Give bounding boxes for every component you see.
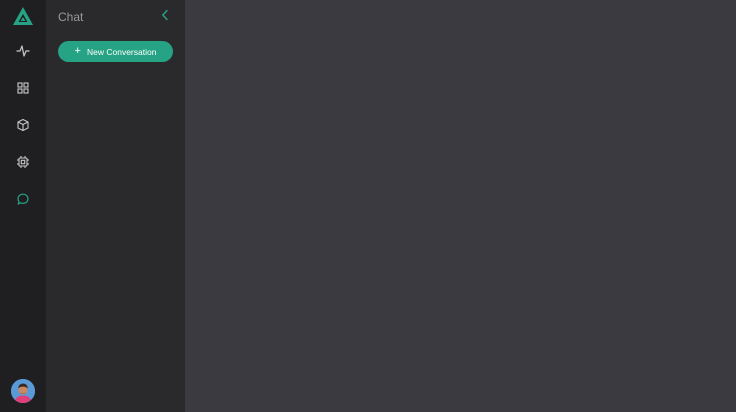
app-root: Chat + New Conversation: [0, 0, 736, 412]
sidebar-item-hardware[interactable]: [0, 148, 46, 176]
sidebar-item-chat[interactable]: [0, 185, 46, 213]
plus-icon: +: [74, 44, 81, 57]
chat-panel: Chat + New Conversation: [46, 0, 185, 412]
sidebar-rail: [0, 0, 46, 412]
avatar[interactable]: [11, 379, 35, 403]
new-conversation-label: New Conversation: [86, 46, 157, 57]
collapse-panel-button[interactable]: [158, 9, 172, 25]
activity-icon: [16, 44, 30, 58]
chat-bubble-icon: [16, 192, 30, 206]
sidebar-item-models[interactable]: [0, 111, 46, 139]
logo-icon[interactable]: [12, 6, 34, 26]
panel-title: Chat: [58, 10, 84, 24]
grid-icon: [16, 81, 30, 95]
sidebar-item-dashboard[interactable]: [0, 74, 46, 102]
cube-icon: [16, 118, 30, 132]
chip-icon: [16, 155, 30, 169]
new-conversation-button[interactable]: + New Conversation: [58, 41, 173, 62]
main-content-area: [185, 0, 736, 412]
sidebar-item-activity[interactable]: [0, 37, 46, 65]
chevron-left-icon: [160, 8, 170, 26]
